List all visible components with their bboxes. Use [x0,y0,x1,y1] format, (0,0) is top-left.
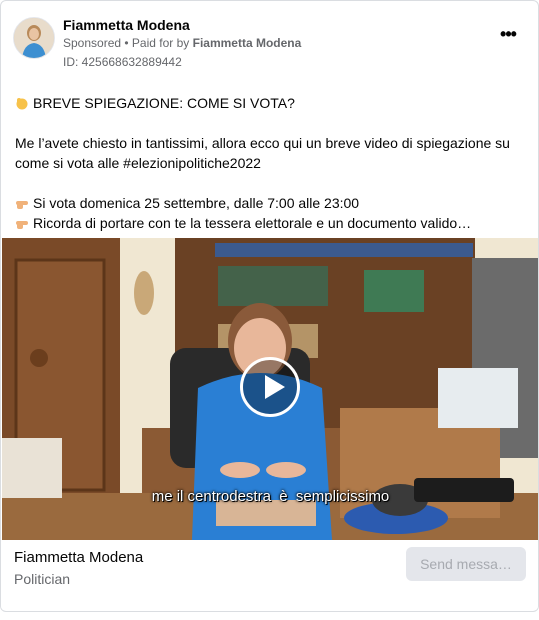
hand-icon [16,98,28,110]
post-line-4: Ricorda di portare con te la tessera ele… [33,215,472,231]
video-player[interactable]: me il centrodestra è semplicissimo [2,238,538,540]
paid-for-label: • Paid for by [121,36,193,50]
post-line-2: Me l’avete chiesto in tantissimi, allora… [15,135,510,171]
post-text: BREVE SPIEGAZIONE: COME SI VOTA? Me l’av… [15,93,526,233]
page-avatar[interactable] [13,17,55,59]
ad-id: ID: 425668632889442 [63,55,182,69]
paid-for-name: Fiammetta Modena [192,36,302,50]
pointing-hand-icon [16,221,28,229]
sponsored-line: Sponsored • Paid for by Fiammetta Modena [63,36,301,50]
pointing-hand-icon [16,201,28,209]
post-line-1: BREVE SPIEGAZIONE: COME SI VOTA? [33,95,295,111]
footer-category: Politician [14,571,71,587]
ad-card: Fiammetta Modena Sponsored • Paid for by… [0,0,539,612]
send-message-button[interactable]: Send messa… [406,547,526,581]
play-icon[interactable] [240,357,300,417]
post-line: Si vota domenica 25 settembre, dalle 7:0… [15,193,526,213]
page-name[interactable]: Fiammetta Modena [63,17,190,33]
ad-footer: Fiammetta Modena Politician Send messa… [1,540,538,610]
ellipsis-icon[interactable]: ••• [496,25,520,49]
post-line: Ricorda di portare con te la tessera ele… [15,213,526,233]
post-line: BREVE SPIEGAZIONE: COME SI VOTA? [15,93,526,113]
ad-header: Fiammetta Modena Sponsored • Paid for by… [13,15,526,71]
video-subtitle: me il centrodestra è semplicissimo [151,488,390,505]
footer-page-name[interactable]: Fiammetta Modena [14,549,143,566]
sponsored-label: Sponsored [63,36,122,50]
post-line-3: Si vota domenica 25 settembre, dalle 7:0… [33,195,360,211]
